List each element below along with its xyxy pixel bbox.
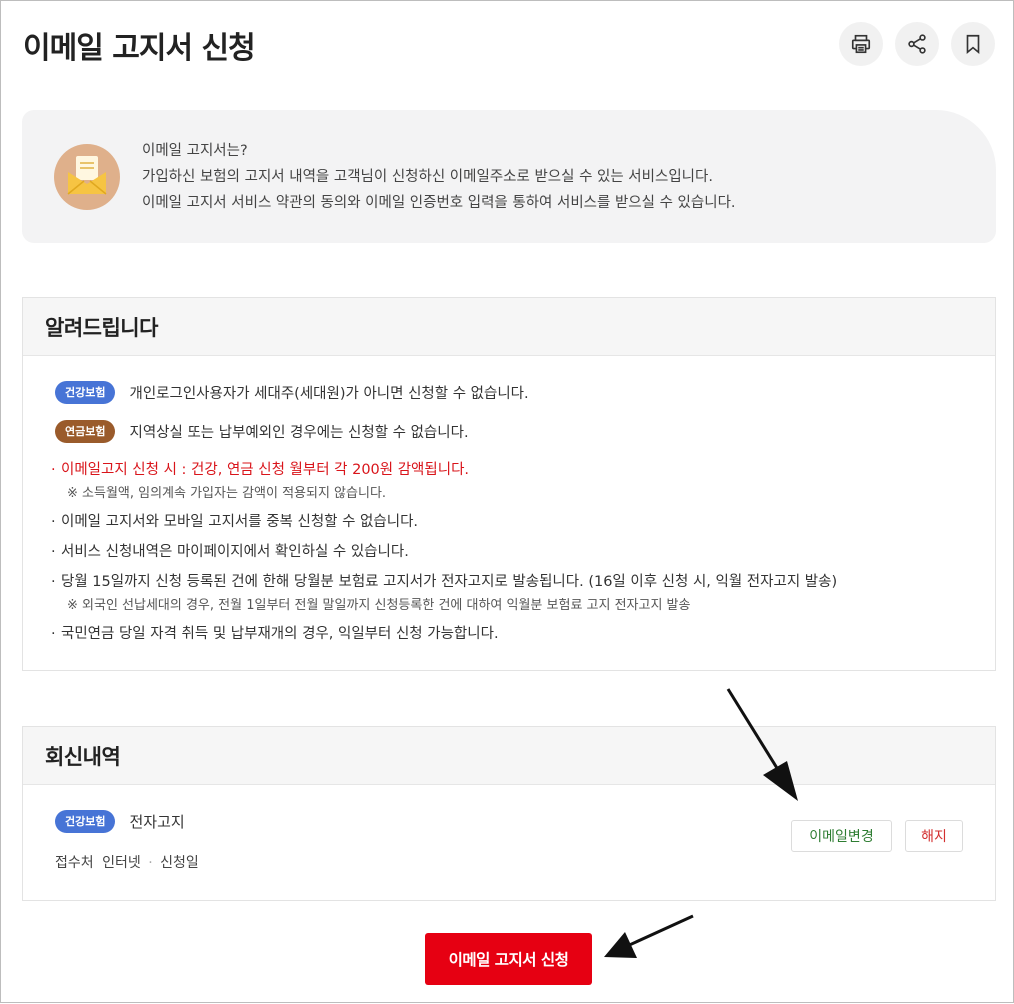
change-email-button[interactable]: 이메일변경 (791, 820, 892, 852)
notice-title: 알려드립니다 (45, 316, 158, 340)
apply-button[interactable]: 이메일 고지서 신청 (425, 933, 592, 985)
intro-text: 이메일 고지서는? 가입하신 보험의 고지서 내역을 고객님이 신청하신 이메일… (142, 138, 736, 216)
notice-sub: ※ 소득월액, 임의계속 가입자는 감액이 적용되지 않습니다. (67, 486, 387, 501)
reply-title: 회신내역 (45, 745, 121, 769)
envelope-icon (54, 144, 120, 210)
reply-meta: 접수처 인터넷 · 신청일 (55, 855, 199, 871)
share-button[interactable] (895, 22, 939, 66)
notice-panel: 알려드립니다 건강보험 개인로그인사용자가 세대주(세대원)가 아니면 신청할 … (22, 297, 996, 671)
pension-insurance-badge: 연금보험 (55, 420, 116, 443)
intro-line: 이메일 고지서는? (142, 143, 248, 159)
reply-header: 회신내역 (23, 727, 995, 785)
intro-line: 이메일 고지서 서비스 약관의 동의와 이메일 인증번호 입력을 통하여 서비스… (142, 195, 736, 211)
notice-bullet: · 당월 15일까지 신청 등록된 건에 한해 당월분 보험료 고지서가 전자고지… (51, 574, 838, 590)
reply-type: 전자고지 (129, 813, 185, 831)
bookmark-icon (966, 34, 980, 55)
notice-bullet: · 국민연금 당일 자격 취득 및 납부재개의 경우, 익일부터 신청 가능합니다… (51, 626, 499, 642)
intro-box: 이메일 고지서는? 가입하신 보험의 고지서 내역을 고객님이 신청하신 이메일… (22, 110, 996, 243)
arrow-icon (604, 914, 694, 958)
share-icon (908, 34, 926, 54)
intro-line: 가입하신 보험의 고지서 내역을 고객님이 신청하신 이메일주소로 받으실 수 … (142, 169, 713, 185)
notice-bullet: · 서비스 신청내역은 마이페이지에서 확인하실 수 있습니다. (51, 544, 409, 560)
bookmark-button[interactable] (951, 22, 995, 66)
reply-panel: 회신내역 건강보험 전자고지 접수처 인터넷 · 신청일 이메일변경 해지 (22, 726, 996, 901)
notice-row: 건강보험 개인로그인사용자가 세대주(세대원)가 아니면 신청할 수 없습니다. (55, 381, 529, 404)
notice-row-text: 지역상실 또는 납부예외인 경우에는 신청할 수 없습니다. (129, 425, 469, 441)
notice-sub: ※ 외국인 선납세대의 경우, 전월 1일부터 전월 말일까지 신청등록한 건에… (67, 598, 691, 613)
reply-row: 건강보험 전자고지 (55, 810, 185, 833)
notice-row: 연금보험 지역상실 또는 납부예외인 경우에는 신청할 수 없습니다. (55, 420, 469, 443)
health-insurance-badge: 건강보험 (55, 810, 116, 833)
notice-row-text: 개인로그인사용자가 세대주(세대원)가 아니면 신청할 수 없습니다. (129, 386, 529, 402)
print-button[interactable] (839, 22, 883, 66)
page-title: 이메일 고지서 신청 (23, 31, 256, 66)
health-insurance-badge: 건강보험 (55, 381, 116, 404)
notice-header: 알려드립니다 (23, 298, 995, 356)
notice-bullet: · 이메일고지 신청 시 : 건강, 연금 신청 월부터 각 200원 감액됩니다… (51, 462, 470, 478)
notice-bullet: · 이메일 고지서와 모바일 고지서를 중복 신청할 수 없습니다. (51, 514, 419, 530)
cancel-button[interactable]: 해지 (905, 820, 963, 852)
print-icon (851, 34, 871, 54)
